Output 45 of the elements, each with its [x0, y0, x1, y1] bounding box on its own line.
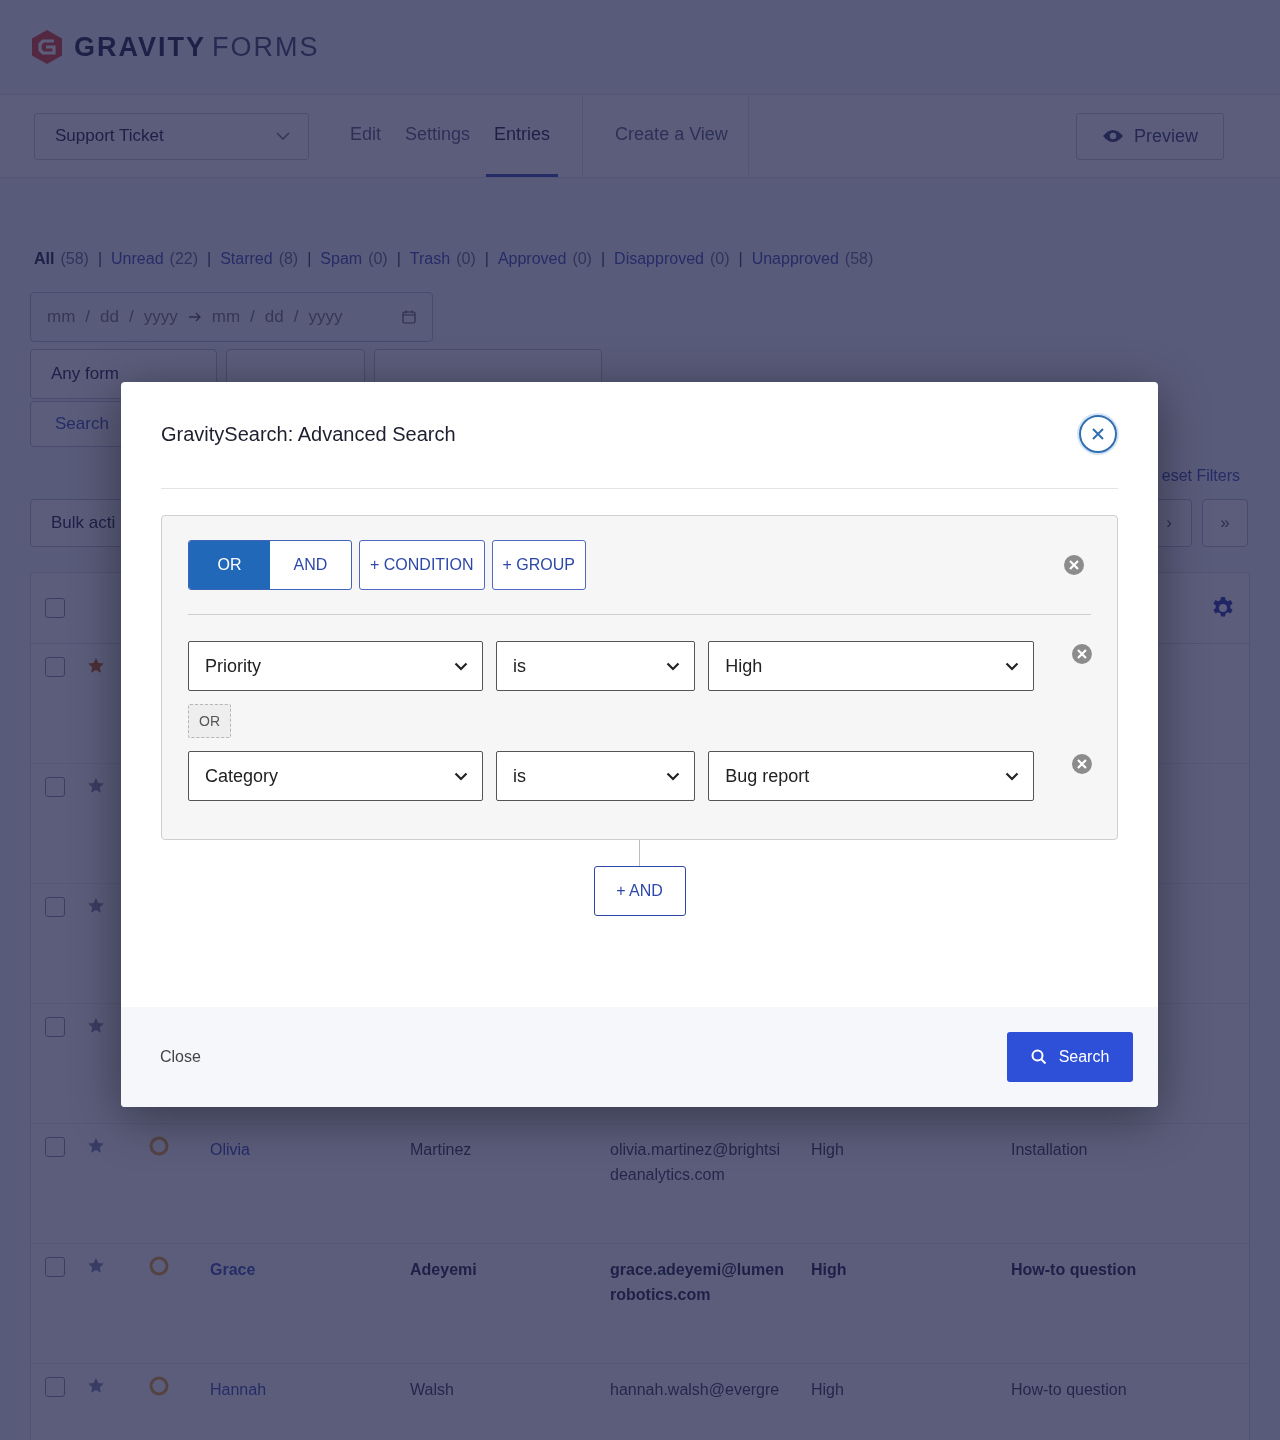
date-separator: / [85, 307, 91, 327]
table-cell-text: grace.adeyemi@lumenrobotics.com [610, 1260, 785, 1305]
value-dropdown[interactable]: High [708, 641, 1035, 691]
remove-icon[interactable] [1071, 753, 1093, 775]
table-cell-text: High [811, 1260, 847, 1280]
add-group-button[interactable]: + GROUP [491, 540, 587, 590]
logo-text: GRAVITY [74, 31, 206, 63]
logic-toggle[interactable]: OR [189, 541, 270, 589]
field-dropdown[interactable]: Category [188, 751, 483, 801]
table-cell-text: How-to question [1011, 1260, 1137, 1280]
search-icon [1030, 1049, 1047, 1065]
close-icon [1092, 428, 1104, 440]
add-condition-button[interactable]: + CONDITION [359, 540, 485, 590]
logic-badge: OR [188, 704, 231, 738]
date-separator: / [129, 307, 134, 327]
date-separator: / [250, 307, 255, 327]
remove-icon[interactable] [1063, 554, 1085, 576]
operator-dropdown[interactable]: is [495, 641, 696, 691]
separator: | [307, 250, 312, 268]
dialog-title: GravitySearch: Advanced Search [161, 422, 456, 446]
chevron-icon [453, 771, 468, 781]
field-dropdown[interactable]: Priority [188, 641, 483, 691]
value-dropdown[interactable]: Bug report [708, 751, 1035, 801]
chevron-icon [1005, 661, 1020, 671]
nav-tab[interactable]: Entries [486, 95, 559, 177]
table-cell-text: Adeyemi [410, 1260, 477, 1280]
chevron-icon [666, 771, 681, 781]
separator: | [484, 250, 489, 268]
date-separator: / [293, 307, 299, 327]
search-button[interactable]: Search [1007, 1032, 1133, 1082]
separator: | [738, 250, 743, 268]
add-and-button[interactable]: + AND [593, 866, 686, 916]
logic-toggle[interactable]: AND [270, 541, 351, 589]
remove-icon[interactable] [1071, 643, 1093, 665]
chevron-icon [453, 661, 468, 671]
close-button[interactable]: Close [160, 1048, 201, 1066]
chevron-icon [1005, 771, 1020, 781]
separator: | [207, 250, 212, 268]
operator-dropdown[interactable]: is [495, 751, 696, 801]
filter-link[interactable]: All [34, 250, 55, 268]
separator: | [396, 250, 401, 268]
chevron-icon [666, 661, 681, 671]
separator: | [600, 250, 606, 268]
close-button[interactable] [1079, 415, 1117, 453]
separator: | [97, 250, 103, 268]
